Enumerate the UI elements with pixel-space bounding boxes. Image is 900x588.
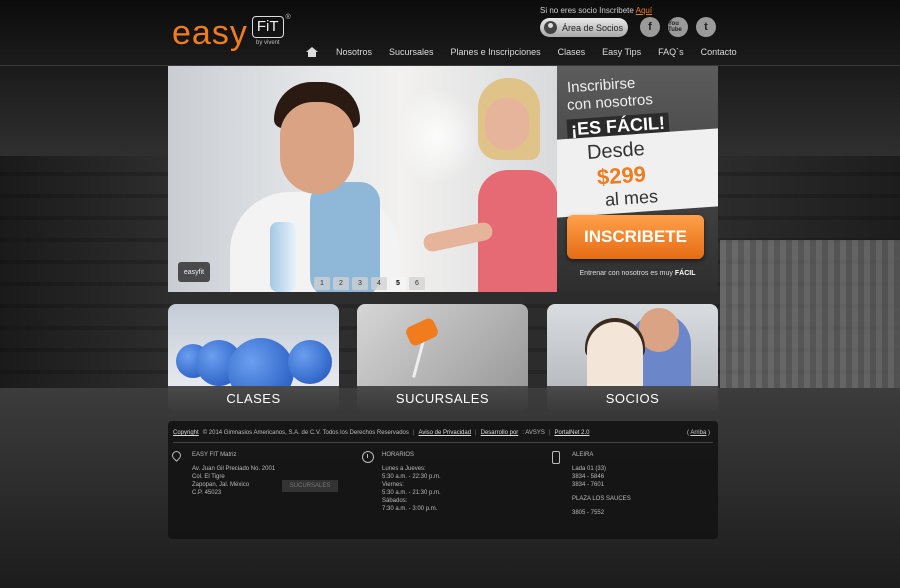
hero-photo: easyfit 1 2 3 4 5 6 <box>168 66 558 292</box>
pager-page-2[interactable]: 2 <box>333 277 349 290</box>
feature-socios-label: SOCIOS <box>547 386 718 411</box>
copyright-text: © 2014 Gimnasios Americanos, S.A. de C.V… <box>202 430 409 436</box>
signup-note-text: Si no eres socio Inscribete <box>540 6 634 15</box>
feature-sucursales-label: SUCURSALES <box>357 386 528 411</box>
feature-clases[interactable]: CLASES <box>168 304 339 411</box>
logo-registered: ® <box>285 14 291 21</box>
nav-faqs[interactable]: FAQ`s <box>658 47 684 57</box>
feature-socios[interactable]: SOCIOS <box>547 304 718 411</box>
feature-clases-label: CLASES <box>168 386 339 411</box>
address-title: EASY FIT Matriz <box>192 452 237 458</box>
pager-page-1[interactable]: 1 <box>314 277 330 290</box>
location-pin-icon <box>170 449 183 462</box>
phones-title: ALEIRA <box>572 452 594 458</box>
promo-mes: al mes <box>604 186 659 210</box>
home-icon[interactable] <box>306 47 318 57</box>
logo-easy-text: easy <box>172 14 248 52</box>
phones-title-2: PLAZA LOS SAUCES <box>572 496 631 502</box>
footer-panel: Copyright © 2014 Gimnasios Americanos, S… <box>168 421 718 539</box>
pager-page-6[interactable]: 6 <box>409 277 425 290</box>
aviso-privacidad-link[interactable]: Aviso de Privacidad <box>418 430 471 436</box>
pager-page-4[interactable]: 4 <box>371 277 387 290</box>
logo-subtitle: by vivent <box>256 40 280 46</box>
footer-address: EASY FIT Matriz Av. Juan Gil Preciado No… <box>170 449 275 497</box>
main-nav: Nosotros Sucursales Planes e Inscripcion… <box>306 47 754 57</box>
signup-note: Si no eres socio Inscribete Aquí <box>540 6 652 15</box>
clock-icon <box>362 451 374 463</box>
hero-slider: easyfit 1 2 3 4 5 6 Inscribirse con noso… <box>168 66 718 292</box>
nav-contacto[interactable]: Contacto <box>701 47 737 57</box>
area-socios-button[interactable]: Área de Socios <box>540 18 628 37</box>
desarrollo-by: : AVSYS <box>522 430 545 436</box>
socios-image <box>547 304 718 388</box>
user-icon <box>544 21 557 34</box>
signup-here-link[interactable]: Aquí <box>636 6 652 15</box>
easyfit-badge: easyfit <box>178 262 210 282</box>
nav-easy-tips[interactable]: Easy Tips <box>602 47 641 57</box>
desarrollo-link[interactable]: Desarrollo por <box>481 430 519 436</box>
promo-price: $299 <box>596 161 647 190</box>
back-to-top[interactable]: ( Arriba ) <box>687 430 710 436</box>
footer-hours: HORARIOS Lunes a Jueves: 5:30 a.m. - 22:… <box>362 451 441 513</box>
promo-footnote: Entrenar con nosotros es muy FÁCIL <box>579 270 696 277</box>
nav-clases[interactable]: Clases <box>558 47 586 57</box>
portalnet-link[interactable]: PortalNet 2.0 <box>554 430 589 436</box>
promo-panel: Inscribirse con nosotros ¡ES FÁCIL! Desd… <box>557 66 718 292</box>
logo-fit-text: FiT <box>251 16 284 38</box>
pager-page-3[interactable]: 3 <box>352 277 368 290</box>
sucursales-button[interactable]: SUCURSALES <box>282 480 338 492</box>
phone-icon <box>552 451 560 464</box>
arriba-link[interactable]: Arriba <box>690 430 706 436</box>
feature-sucursales[interactable]: SUCURSALES <box>357 304 528 411</box>
copyright-link[interactable]: Copyright <box>173 430 199 436</box>
easyfit-logo[interactable]: easy FiT ® by vivent <box>172 14 291 54</box>
sucursales-image <box>357 304 528 386</box>
pager-page-5[interactable]: 5 <box>390 277 406 290</box>
site-header: easy FiT ® by vivent Si no eres socio In… <box>0 0 900 66</box>
nav-planes[interactable]: Planes e Inscripciones <box>451 47 541 57</box>
facebook-icon[interactable]: f <box>640 17 660 37</box>
inscribete-button[interactable]: INSCRIBETE <box>567 215 704 259</box>
nav-nosotros[interactable]: Nosotros <box>336 47 372 57</box>
youtube-icon[interactable]: You Tube <box>668 17 688 37</box>
slider-pager: 1 2 3 4 5 6 <box>314 277 425 290</box>
footer-legal: Copyright © 2014 Gimnasios Americanos, S… <box>173 430 590 436</box>
footer-phones: ALEIRA Lada 01 (33) 3834 - 5846 3834 - 7… <box>552 451 631 517</box>
clases-image <box>168 304 339 404</box>
twitter-icon[interactable]: t <box>696 17 716 37</box>
area-socios-label: Área de Socios <box>562 22 624 33</box>
nav-sucursales[interactable]: Sucursales <box>389 47 434 57</box>
hours-title: HORARIOS <box>382 452 415 458</box>
